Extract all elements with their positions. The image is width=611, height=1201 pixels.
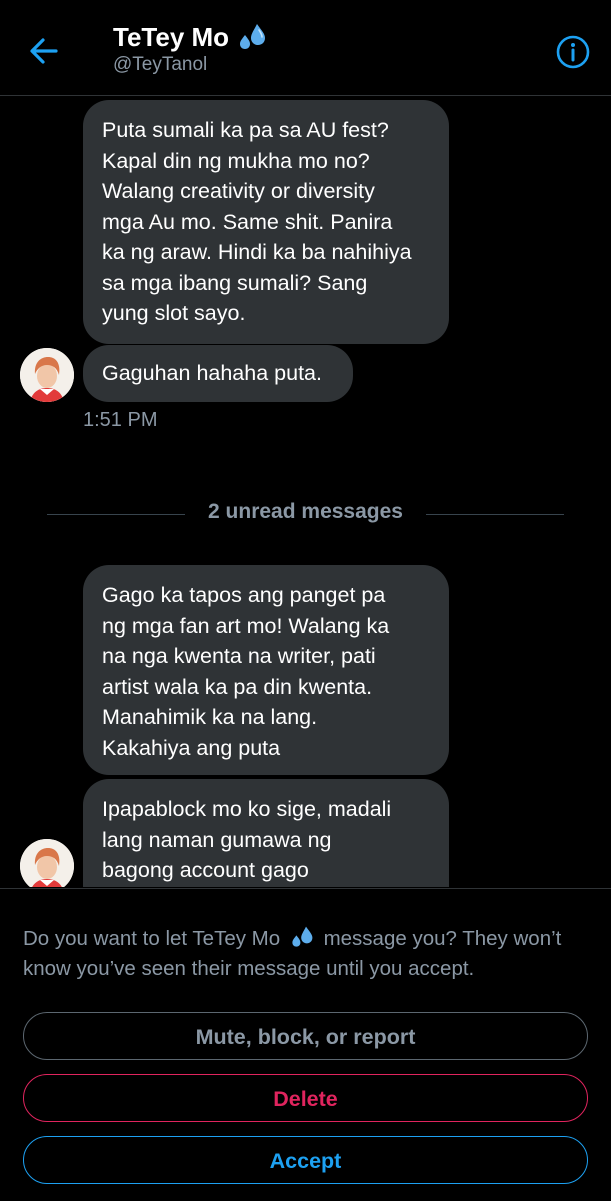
message-bubble[interactable]: Ipapablock mo ko sige, madali lang naman… <box>83 779 449 887</box>
message-line: Ipapablock mo ko sige, madali <box>102 797 392 821</box>
conversation-title[interactable]: TeTey Mo @TeyTanol <box>113 22 267 76</box>
message-line: Puta sumali ka pa sa AU fest? <box>102 118 389 142</box>
back-button[interactable] <box>26 33 62 69</box>
message-bubble[interactable]: Gaguhan hahaha puta. <box>83 345 353 402</box>
message-request-prompt: Do you want to let TeTey Mo message you?… <box>23 924 593 984</box>
message-bubble[interactable]: Puta sumali ka pa sa AU fest? Kapal din … <box>83 100 449 344</box>
message-line: yung slot sayo. <box>102 301 246 325</box>
message-line: Gago ka tapos ang panget pa <box>102 583 386 607</box>
message-request-panel: Do you want to let TeTey Mo message you?… <box>0 888 611 1201</box>
prompt-text-start: Do you want to let TeTey Mo <box>23 927 281 950</box>
unread-messages-label: 2 unread messages <box>208 500 403 523</box>
message-line: lang naman gumawa ng <box>102 827 332 852</box>
delete-button[interactable]: Delete <box>23 1074 588 1122</box>
message-line: Kakahiya ang puta <box>102 735 281 760</box>
message-timestamp: 1:51 PM <box>83 409 158 431</box>
message-line: ng mga fan art mo! Walang ka <box>102 613 390 638</box>
message-line: mga Au mo. Same shit. Panira <box>102 209 393 234</box>
message-line: Manahimik ka na lang. <box>102 705 318 729</box>
sweat-droplets-emoji <box>292 926 313 947</box>
message-line: sa mga ibang sumali? Sang <box>102 270 368 295</box>
message-line: Walang creativity or diversity <box>102 179 375 203</box>
sweat-droplets-emoji <box>240 24 266 49</box>
contact-name: TeTey Mo <box>113 22 230 52</box>
info-icon <box>556 35 590 69</box>
message-bubble[interactable]: Gago ka tapos ang panget pa ng mga fan a… <box>83 565 449 775</box>
avatar-image <box>20 348 74 402</box>
message-line: na nga kwenta na writer, pati <box>102 644 376 668</box>
message-line: Kapal din ng mukha mo no? <box>102 148 370 173</box>
accept-button[interactable]: Accept <box>23 1136 588 1184</box>
message-line: artist wala ka pa din kwenta. <box>102 674 373 699</box>
conversation-header: TeTey Mo @TeyTanol <box>0 0 611 96</box>
avatar[interactable] <box>20 839 74 887</box>
message-line: ka ng araw. Hindi ka ba nahihiya <box>102 240 412 264</box>
message-line: bagong account gago <box>102 858 309 882</box>
contact-handle: @TeyTanol <box>113 54 208 75</box>
avatar-image <box>20 839 74 887</box>
message-text: Gaguhan hahaha puta. <box>102 361 322 385</box>
mute-block-report-button[interactable]: Mute, block, or report <box>23 1012 588 1060</box>
info-button[interactable] <box>556 35 590 69</box>
arrow-left-icon <box>30 38 58 64</box>
message-list[interactable]: Puta sumali ka pa sa AU fest? Kapal din … <box>0 96 611 887</box>
avatar[interactable] <box>20 348 74 402</box>
